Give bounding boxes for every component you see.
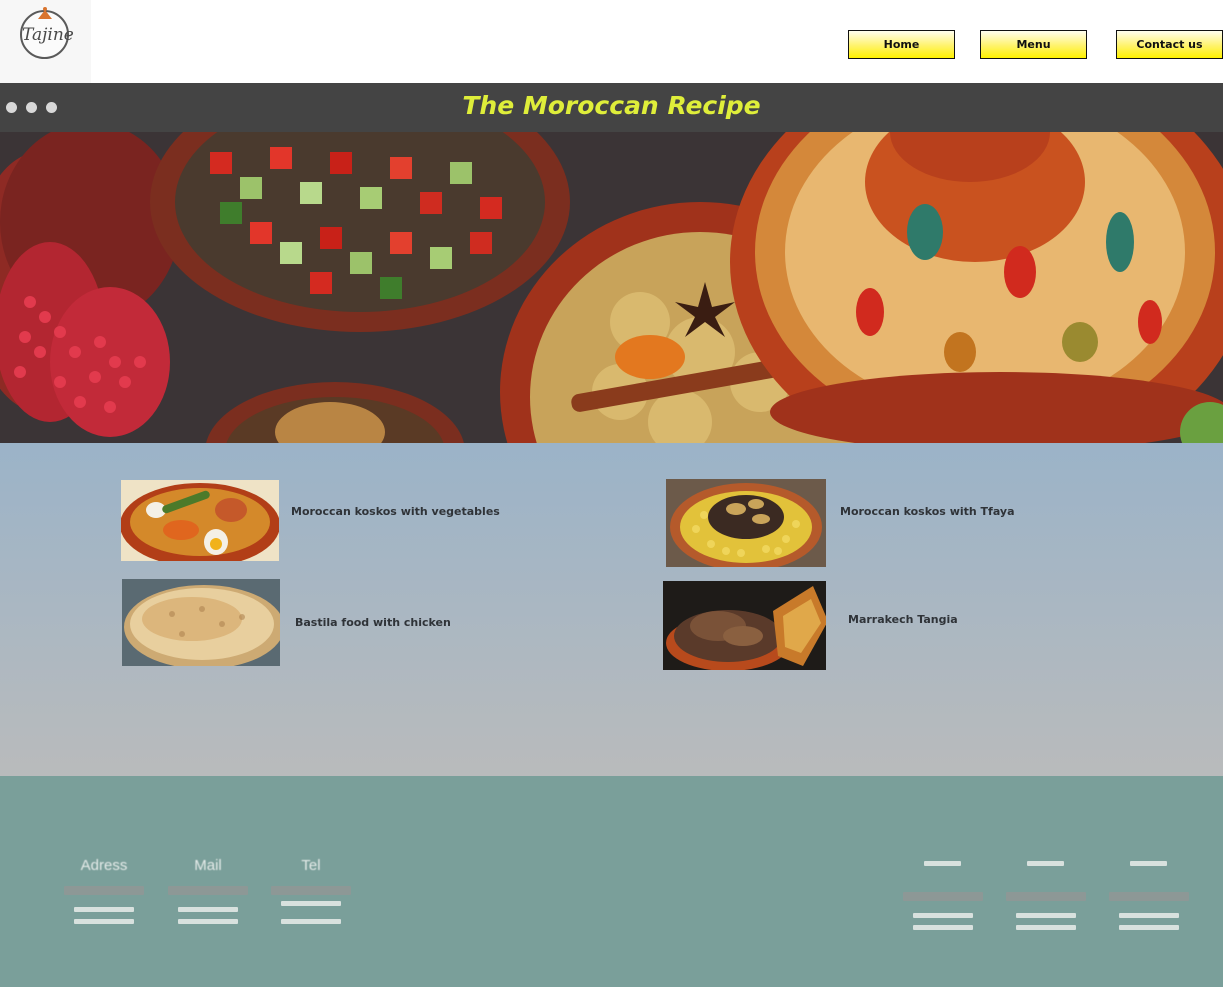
footer-placeholder-line [1016, 925, 1076, 930]
footer-placeholder-bar [271, 886, 351, 895]
title-bar: The Moroccan Recipe [0, 83, 1223, 132]
footer-placeholder-bar [903, 892, 983, 901]
dish-label[interactable]: Moroccan koskos with Tfaya [840, 505, 1015, 518]
footer-placeholder-line [281, 919, 341, 924]
tajine-knob-icon [43, 7, 47, 11]
footer-placeholder-line [1027, 861, 1064, 866]
nav-menu-button[interactable]: Menu [980, 30, 1087, 59]
dish-label[interactable]: Moroccan koskos with vegetables [291, 505, 500, 518]
header: Tajine Home Menu Contact us [0, 0, 1223, 83]
logo[interactable]: Tajine [0, 0, 91, 83]
footer-mail-label: Mail [194, 857, 222, 874]
dish-image-bastila[interactable] [122, 579, 280, 666]
footer: Adress Mail Tel [0, 776, 1223, 987]
footer-placeholder-line [913, 925, 973, 930]
hero-image [0, 132, 1223, 443]
footer-placeholder-line [281, 901, 341, 906]
footer-placeholder-line [178, 907, 238, 912]
footer-placeholder-line [74, 919, 134, 924]
dish-list: Moroccan koskos with vegetables Moroccan… [0, 443, 1223, 776]
footer-placeholder-line [913, 913, 973, 918]
dish-photo [122, 579, 280, 666]
footer-placeholder-line [178, 919, 238, 924]
footer-placeholder-bar [64, 886, 144, 895]
dish-photo [666, 479, 826, 567]
footer-placeholder-bar [1109, 892, 1189, 901]
hero-food-illustration [0, 132, 1223, 443]
footer-placeholder-line [1130, 861, 1167, 866]
footer-placeholder-line [1119, 913, 1179, 918]
logo-text: Tajine [22, 25, 74, 45]
footer-placeholder-line [74, 907, 134, 912]
footer-placeholder-line [924, 861, 961, 866]
nav-contact-button[interactable]: Contact us [1116, 30, 1223, 59]
nav-home-button[interactable]: Home [848, 30, 955, 59]
footer-placeholder-line [1119, 925, 1179, 930]
footer-placeholder-line [1016, 913, 1076, 918]
footer-tel-label: Tel [301, 857, 321, 874]
dish-image-koskos-tfaya[interactable] [666, 479, 826, 567]
footer-placeholder-bar [168, 886, 248, 895]
dish-image-koskos-vegetables[interactable] [121, 480, 279, 561]
footer-placeholder-bar [1006, 892, 1086, 901]
dish-photo [121, 480, 279, 561]
dish-photo [663, 581, 826, 670]
tajine-icon [38, 10, 52, 19]
page-title: The Moroccan Recipe [462, 91, 761, 120]
dish-image-tangia[interactable] [663, 581, 826, 670]
dish-label[interactable]: Bastila food with chicken [295, 616, 451, 629]
footer-address-label: Adress [80, 857, 128, 874]
dish-label[interactable]: Marrakech Tangia [848, 613, 958, 626]
